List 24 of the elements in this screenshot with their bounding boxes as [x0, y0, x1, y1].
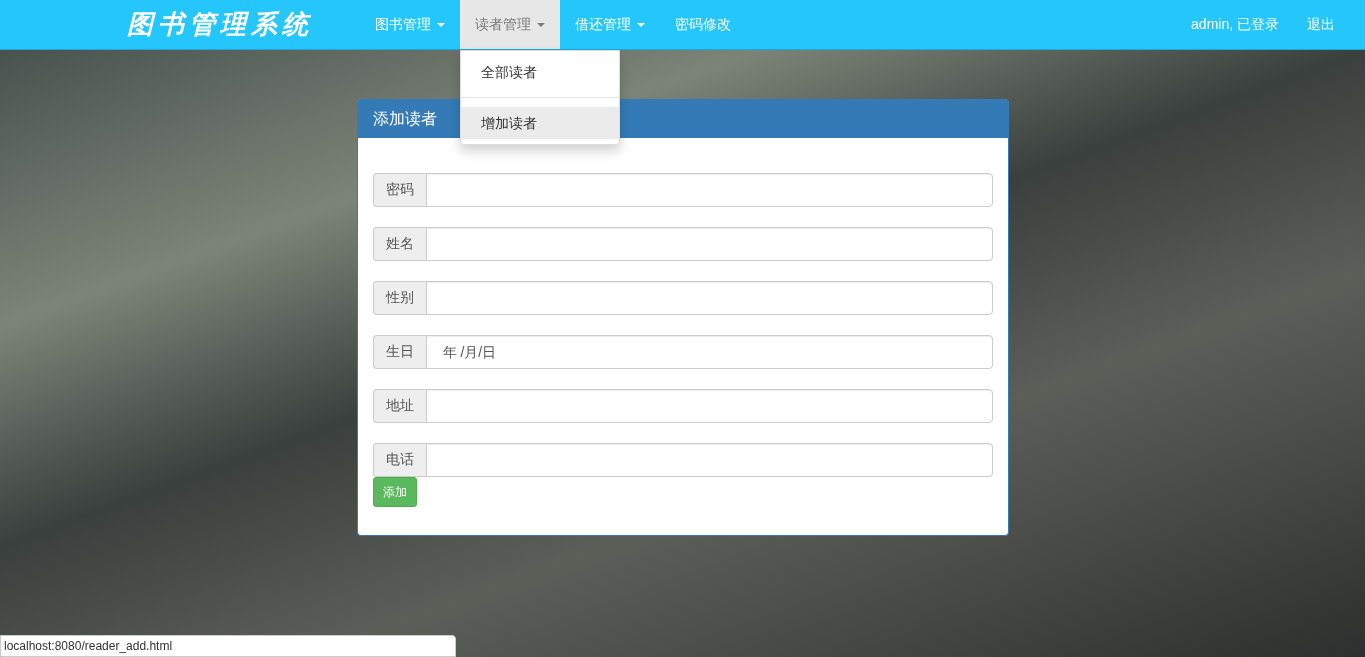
- status-bar-url: localhost:8080/reader_add.html: [0, 635, 456, 657]
- input-field[interactable]: [425, 173, 993, 207]
- input-field[interactable]: [425, 227, 993, 261]
- brand-logo[interactable]: 图书管理系统: [112, 0, 360, 49]
- panel-title: 添加读者: [372, 110, 437, 127]
- nav-menu-item[interactable]: 借还管理: [560, 0, 660, 49]
- nav-menu-item[interactable]: 图书管理: [360, 0, 460, 49]
- field-label: 生日: [372, 335, 426, 369]
- field-label: 电话: [372, 443, 426, 477]
- field-label: 性别: [372, 281, 426, 315]
- logout-link[interactable]: 退出: [1293, 0, 1349, 49]
- field-label: 密码: [372, 173, 426, 207]
- nav-menu-item[interactable]: 密码修改: [660, 0, 746, 49]
- add-button[interactable]: 添加: [372, 477, 417, 507]
- nav-menu-item[interactable]: 读者管理: [460, 0, 560, 49]
- dropdown-item[interactable]: 全部读者: [461, 56, 619, 88]
- field-label: 地址: [372, 389, 426, 423]
- input-field[interactable]: [425, 281, 993, 315]
- input-field[interactable]: [425, 389, 993, 423]
- input-field[interactable]: [425, 443, 993, 477]
- date-input-field[interactable]: 年 /月/日: [425, 335, 993, 369]
- login-status-link[interactable]: admin, 已登录: [1177, 0, 1293, 49]
- dropdown-item[interactable]: 增加读者: [461, 107, 619, 139]
- field-label: 姓名: [372, 227, 426, 261]
